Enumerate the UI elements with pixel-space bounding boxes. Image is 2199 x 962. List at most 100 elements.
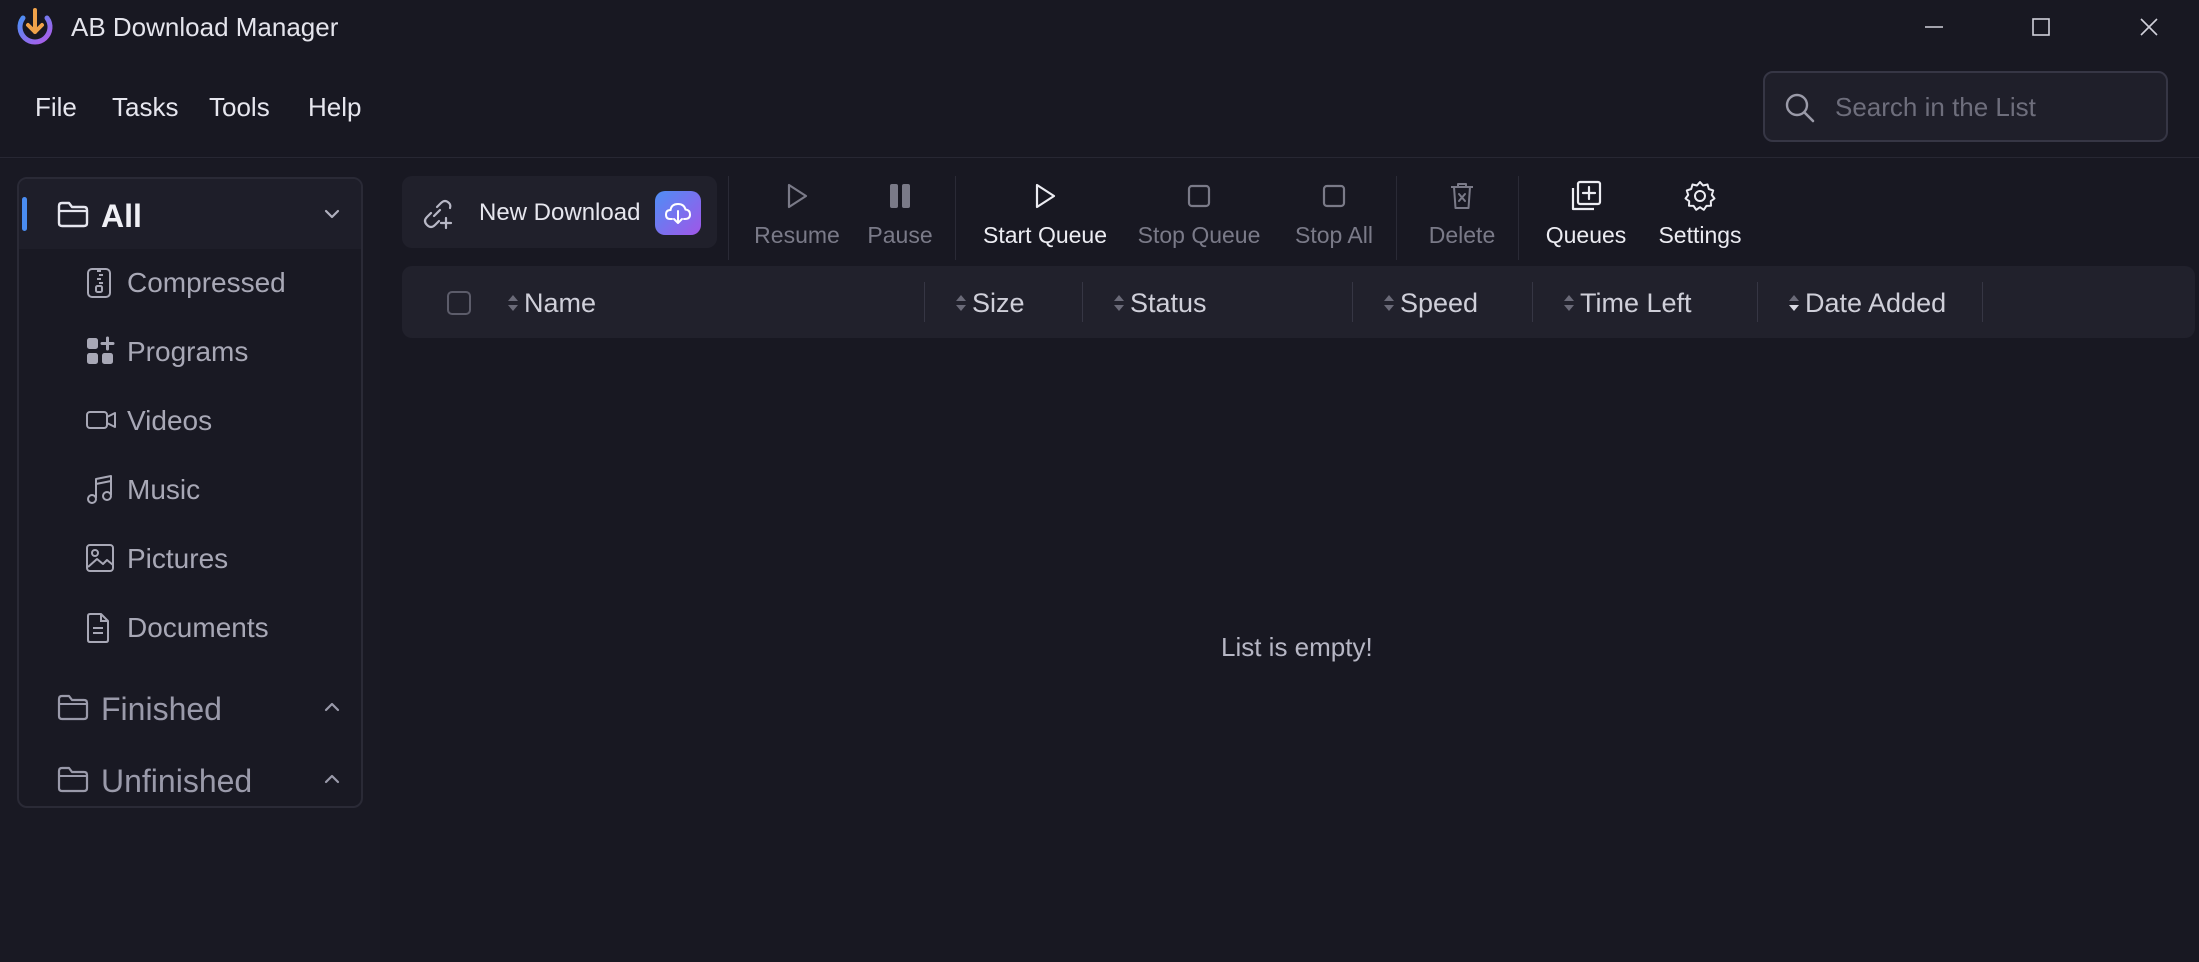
folder-icon — [57, 694, 89, 721]
chevron-up-icon[interactable] — [323, 698, 341, 716]
minimize-icon — [1925, 26, 1943, 28]
category-compressed-label: Compressed — [127, 267, 286, 298]
maximize-button[interactable] — [1991, 0, 2091, 54]
gear-icon — [1684, 181, 1716, 211]
category-music-label: Music — [127, 474, 201, 505]
window-title: AB Download Manager — [71, 12, 339, 42]
column-separator[interactable] — [924, 282, 925, 322]
search-box[interactable] — [1763, 71, 2168, 142]
queue-add-icon — [1571, 180, 1602, 211]
sort-icon — [1114, 295, 1124, 311]
stop-all-label: Stop All — [1295, 222, 1373, 248]
sort-icon — [508, 295, 518, 311]
column-time-left-label: Time Left — [1580, 288, 1692, 318]
column-separator[interactable] — [1757, 282, 1758, 322]
folder-icon — [57, 766, 89, 793]
column-status-label: Status — [1130, 288, 1207, 318]
play-icon — [787, 183, 808, 209]
menu-help[interactable]: Help — [308, 92, 361, 123]
category-unfinished-label: Unfinished — [101, 763, 253, 799]
toolbar-separator — [955, 176, 956, 260]
menu-bar: File Tasks Tools Help — [0, 54, 2199, 158]
start-queue-label: Start Queue — [982, 222, 1108, 248]
resume-button[interactable]: Resume — [750, 176, 844, 256]
image-icon — [86, 544, 114, 572]
add-link-icon — [423, 199, 453, 230]
column-separator[interactable] — [1352, 282, 1353, 322]
column-status[interactable]: Status — [1112, 266, 1292, 338]
chevron-up-icon[interactable] — [323, 770, 341, 788]
toolbar-separator — [1518, 176, 1519, 260]
category-finished[interactable]: Finished — [19, 672, 361, 742]
column-date-added[interactable]: Date Added — [1787, 266, 1967, 338]
trash-icon — [1451, 183, 1473, 209]
title-bar: AB Download Manager — [0, 0, 2199, 54]
column-separator[interactable] — [1082, 282, 1083, 322]
video-icon — [86, 411, 116, 429]
select-all-checkbox[interactable] — [447, 291, 471, 315]
search-icon — [1785, 93, 1815, 123]
music-icon — [87, 475, 112, 504]
column-speed[interactable]: Speed — [1382, 266, 1502, 338]
stop-all-button[interactable]: Stop All — [1286, 176, 1382, 256]
left-panel: All Compressed Programs Videos Music Pic… — [0, 159, 380, 962]
chevron-down-icon[interactable] — [323, 205, 341, 223]
category-videos[interactable]: Videos — [19, 389, 361, 449]
column-date-added-label: Date Added — [1805, 288, 1947, 318]
category-pictures-label: Pictures — [127, 543, 229, 574]
maximize-icon — [2032, 18, 2050, 36]
category-programs-label: Programs — [127, 336, 249, 367]
search-input[interactable] — [1835, 87, 2155, 127]
column-separator[interactable] — [1982, 282, 1983, 322]
settings-button[interactable]: Settings — [1648, 176, 1752, 256]
column-name[interactable]: Name — [506, 266, 796, 338]
apps-icon — [87, 336, 115, 364]
new-download-label: New Download — [479, 199, 641, 226]
category-finished-label: Finished — [101, 691, 222, 727]
category-all[interactable]: All — [19, 179, 361, 249]
start-queue-button[interactable]: Start Queue — [980, 176, 1110, 256]
category-compressed[interactable]: Compressed — [19, 251, 361, 311]
menu-tools[interactable]: Tools — [209, 92, 270, 123]
document-icon — [87, 613, 109, 643]
queues-button[interactable]: Queues — [1538, 176, 1634, 256]
stop-queue-button[interactable]: Stop Queue — [1134, 176, 1264, 256]
toolbar: New Download Resume Pause Start Queue St… — [402, 176, 2196, 260]
category-unfinished[interactable]: Unfinished — [19, 744, 361, 814]
category-videos-label: Videos — [127, 405, 213, 436]
menu-file[interactable]: File — [35, 92, 77, 123]
category-pictures[interactable]: Pictures — [19, 527, 361, 587]
empty-list-message: List is empty! — [1221, 632, 1373, 662]
category-programs[interactable]: Programs — [19, 320, 361, 380]
resume-label: Resume — [754, 222, 840, 248]
column-name-label: Name — [524, 288, 597, 318]
close-icon — [2140, 18, 2158, 36]
category-documents-label: Documents — [127, 612, 269, 643]
new-download-button[interactable]: New Download — [402, 176, 717, 248]
stop-queue-label: Stop Queue — [1137, 222, 1261, 248]
queues-label: Queues — [1545, 222, 1627, 248]
delete-button[interactable]: Delete — [1420, 176, 1504, 256]
category-all-label: All — [101, 198, 142, 234]
pause-button[interactable]: Pause — [860, 176, 940, 256]
stop-icon — [1187, 184, 1211, 208]
sort-icon — [1564, 295, 1574, 311]
minimize-button[interactable] — [1884, 0, 1984, 54]
close-button[interactable] — [2099, 0, 2199, 54]
menu-tasks[interactable]: Tasks — [112, 92, 178, 123]
settings-label: Settings — [1658, 222, 1742, 248]
pause-icon — [890, 184, 910, 208]
download-table-header: Name Size Status Speed Time Left Date Ad… — [402, 266, 2195, 338]
category-documents[interactable]: Documents — [19, 596, 361, 656]
column-speed-label: Speed — [1400, 288, 1479, 318]
category-music[interactable]: Music — [19, 458, 361, 518]
selection-indicator — [22, 197, 27, 231]
column-separator[interactable] — [1532, 282, 1533, 322]
category-sidebar: All Compressed Programs Videos Music Pic… — [17, 177, 363, 808]
app-logo-icon — [14, 6, 56, 48]
column-size[interactable]: Size — [954, 266, 1054, 338]
cloud-download-button[interactable] — [655, 191, 701, 235]
column-time-left[interactable]: Time Left — [1562, 266, 1742, 338]
archive-icon — [87, 268, 111, 298]
folder-icon — [57, 201, 89, 228]
